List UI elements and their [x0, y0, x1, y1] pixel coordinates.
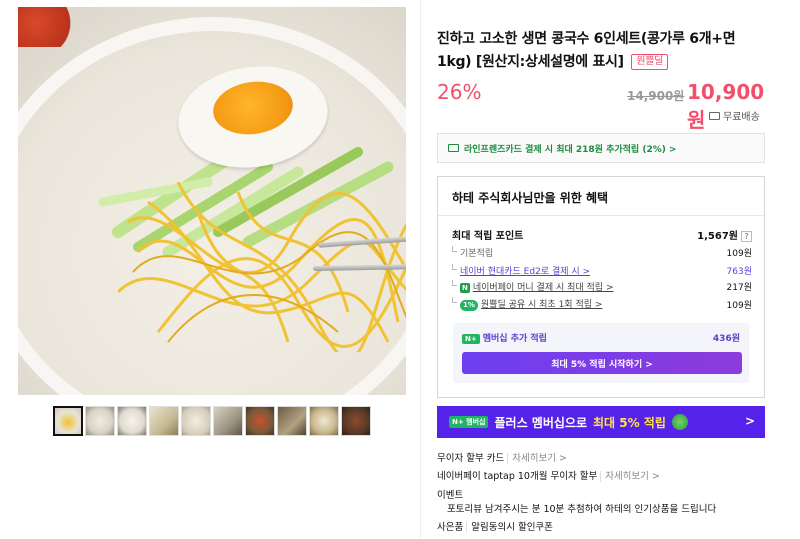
thumbnail-4[interactable]	[149, 406, 179, 436]
sale-price: 10,900원	[687, 80, 765, 132]
naverpay-installment-label: 네이버페이 taptap 10개월 무이자 할부	[437, 471, 598, 482]
points-row-value: 109원	[726, 300, 752, 311]
help-icon[interactable]: ?	[741, 231, 752, 242]
max-points-row: 최대 적립 포인트 1,567원?	[452, 227, 752, 242]
npay-icon: N	[460, 283, 470, 293]
points-row-value: 763원	[726, 267, 752, 277]
plus-banner-text: 플러스 멤버십으로	[494, 415, 587, 430]
thumbnail-1[interactable]	[53, 406, 83, 436]
event-label: 이벤트	[437, 490, 464, 501]
naver-plus-icon: N+	[462, 334, 480, 344]
membership-value: 436원	[712, 334, 740, 344]
event-description: 포토리뷰 남겨주시는 분 10분 추첨하여 하테의 인기상품을 드립니다	[447, 504, 717, 515]
thumbnail-2[interactable]	[85, 406, 115, 436]
gift-row: 사은품 알림동의시 할인쿠폰	[437, 519, 553, 533]
points-row-label: 네이버페이 머니 결제 시 최대 적립 >	[472, 283, 614, 293]
thumbnail-3[interactable]	[117, 406, 147, 436]
plus-banner-highlight: 최대 5% 적립	[592, 415, 666, 430]
naverpay-installment-row: 네이버페이 taptap 10개월 무이자 할부 자세히보기 >	[437, 468, 660, 482]
thumbnail-6[interactable]	[213, 406, 243, 436]
thumbnail-9[interactable]	[309, 406, 339, 436]
points-row-label: 원쁠딜 공유 시 최초 1회 적립 >	[480, 300, 603, 310]
thumbnail-5[interactable]	[181, 406, 211, 436]
points-row-hyundai-card[interactable]: 네이버 현대카드 Ed2로 결제 시 > 763원	[452, 264, 752, 277]
money-bag-icon	[671, 414, 688, 430]
plus-membership-banner[interactable]: N+ 멤버십 플러스 멤버십으로 최대 5% 적립 >	[437, 406, 765, 438]
shipping-info: 무료배송	[709, 108, 760, 123]
points-row-label: 기본적립	[452, 246, 493, 259]
benefit-box: 하테 주식회사님만을 위한 혜택 최대 적립 포인트 1,567원? 기본적립 …	[437, 176, 765, 398]
gift-label: 사은품	[437, 522, 464, 533]
product-gallery	[0, 0, 420, 539]
points-row-value: 217원	[726, 283, 752, 293]
naver-plus-tag: N+ 멤버십	[449, 416, 489, 428]
kimchi-garnish	[18, 7, 78, 47]
credit-card-icon	[448, 144, 459, 152]
column-divider	[420, 0, 421, 539]
naverpay-installment-more-link[interactable]: 자세히보기 >	[600, 471, 660, 482]
card-promo-banner[interactable]: 라인프렌즈카드 결제 시 최대 218원 추가적립 (2%) >	[437, 133, 765, 163]
chevron-right-icon: >	[744, 414, 755, 428]
benefit-divider	[438, 215, 764, 216]
product-title-text: 진하고 고소한 생면 콩국수 6인세트(콩가루 6개+면1kg) [원산지:상세…	[437, 31, 736, 70]
points-row-share[interactable]: 1% 원쁠딜 공유 시 최초 1회 적립 > 109원	[452, 297, 752, 311]
product-main-image[interactable]	[18, 7, 406, 395]
product-title: 진하고 고소한 생면 콩국수 6인세트(콩가루 6개+면1kg) [원산지:상세…	[437, 28, 767, 74]
membership-row: N+ 멤버십 추가 적립 436원	[462, 331, 740, 344]
original-price: 14,900원	[627, 89, 685, 103]
benefit-title: 하테 주식회사님만을 위한 혜택	[452, 191, 609, 205]
thumbnail-8[interactable]	[277, 406, 307, 436]
truck-icon	[709, 111, 720, 120]
card-promo-text: 라인프렌즈카드 결제 시 최대 218원 추가적립 (2%) >	[464, 144, 677, 155]
card-installment-more-link[interactable]: 자세히보기 >	[507, 453, 567, 464]
card-installment-label: 무이자 할부 카드	[437, 453, 505, 464]
membership-label: 멤버십 추가 적립	[482, 334, 547, 344]
thumbnail-10[interactable]	[341, 406, 371, 436]
points-row-label[interactable]: 네이버 현대카드 Ed2로 결제 시 >	[452, 264, 590, 277]
membership-start-button[interactable]: 최대 5% 적립 시작하기 >	[462, 352, 742, 374]
max-points-label: 최대 적립 포인트	[452, 231, 524, 242]
points-row-npay-money[interactable]: N 네이버페이 머니 결제 시 최대 적립 > 217원	[452, 280, 752, 293]
discount-rate: 26%	[437, 80, 482, 104]
thumbnail-7[interactable]	[245, 406, 275, 436]
shipping-label: 무료배송	[723, 112, 760, 123]
thumbnail-strip	[53, 406, 371, 436]
max-points-value: 1,567원	[697, 231, 738, 242]
points-row-value: 109원	[726, 249, 752, 259]
points-row-basic: 기본적립 109원	[452, 246, 752, 259]
gift-description: 알림동의시 할인쿠폰	[466, 522, 553, 533]
percent-badge: 1%	[460, 300, 478, 311]
deal-badge: 원쁠딜	[631, 54, 668, 70]
membership-box: N+ 멤버십 추가 적립 436원 최대 5% 적립 시작하기 >	[453, 323, 749, 383]
card-installment-row: 무이자 할부 카드 자세히보기 >	[437, 450, 567, 464]
